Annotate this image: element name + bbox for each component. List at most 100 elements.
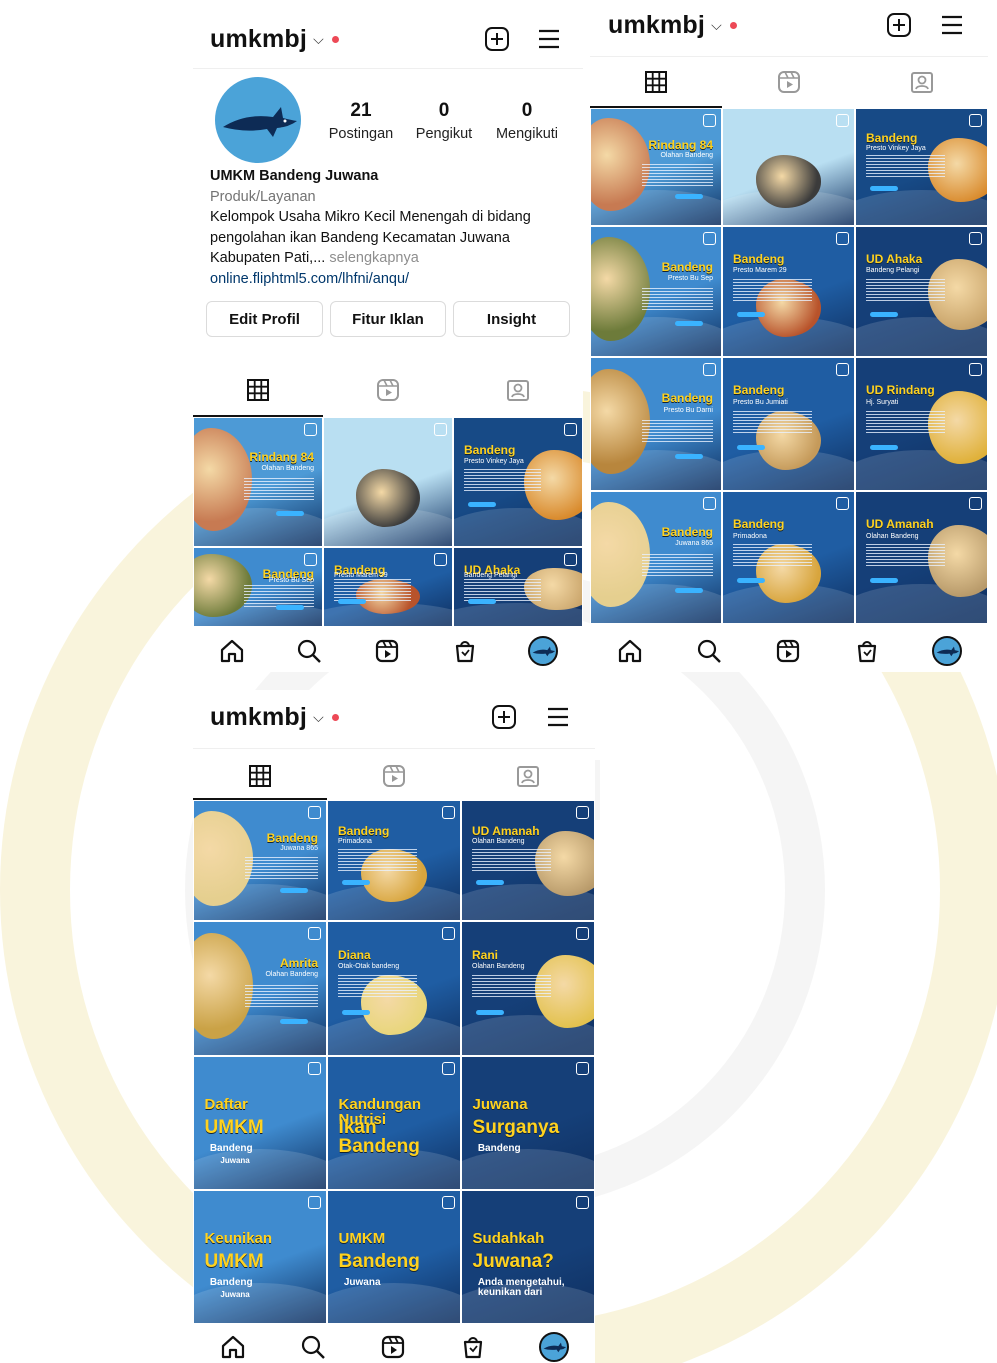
post-tile[interactable]: Keunikan UMKM Bandeng Juwana bbox=[193, 1190, 327, 1324]
profile-link[interactable]: online.fliphtml5.com/lhfni/anqu/ bbox=[210, 269, 575, 290]
profile-avatar[interactable] bbox=[539, 1331, 569, 1362]
post-tile[interactable]: UD Ahaka Bandeng Pelangi bbox=[855, 226, 988, 357]
post-title: Rani bbox=[472, 947, 499, 962]
reels-icon[interactable] bbox=[373, 637, 401, 665]
post-tile[interactable] bbox=[323, 417, 453, 547]
post-tile[interactable]: Kandungan Nutrisi Ikan Bandeng bbox=[327, 1056, 461, 1190]
multi-post-icon bbox=[576, 1062, 589, 1075]
username-switcher[interactable]: umkmbj bbox=[210, 25, 307, 54]
tagged-icon[interactable] bbox=[515, 763, 541, 789]
post-tile[interactable]: UD Ahaka Bandeng Pelangi bbox=[453, 547, 583, 627]
post-subtitle: Olahan Bandeng bbox=[261, 465, 314, 473]
username-switcher[interactable]: umkmbj bbox=[608, 11, 705, 40]
home-icon[interactable] bbox=[616, 637, 644, 665]
ads-tools-button[interactable]: Fitur Iklan bbox=[330, 301, 446, 337]
shop-icon[interactable] bbox=[459, 1333, 487, 1361]
search-icon[interactable] bbox=[299, 1333, 327, 1361]
plus-square-icon[interactable] bbox=[886, 12, 912, 38]
grid-icon[interactable] bbox=[247, 763, 273, 789]
read-more-pill bbox=[675, 321, 703, 327]
following-label: Mengikuti bbox=[495, 126, 559, 142]
reels-icon[interactable] bbox=[375, 377, 401, 403]
post-tile[interactable]: UMKM Bandeng Juwana bbox=[327, 1190, 461, 1324]
post-title: Amrita bbox=[279, 955, 318, 970]
read-more-pill bbox=[870, 185, 898, 191]
multi-post-icon bbox=[703, 497, 716, 510]
profile-avatar[interactable] bbox=[215, 77, 301, 163]
read-more-pill bbox=[675, 454, 703, 460]
post-tile[interactable]: Bandeng Presto Bu Jumiati bbox=[722, 357, 855, 491]
post-tile[interactable]: Bandeng Juwana 865 bbox=[193, 800, 327, 921]
post-tile[interactable]: Bandeng Presto Vinkey Jaya bbox=[453, 417, 583, 547]
post-subtitle: Juwana 865 bbox=[280, 845, 318, 853]
profile-avatar[interactable] bbox=[528, 636, 559, 666]
post-tile[interactable]: Rani Olahan Bandeng bbox=[461, 921, 595, 1056]
post-tile[interactable]: Daftar UMKM Bandeng Juwana bbox=[193, 1056, 327, 1190]
post-tile[interactable] bbox=[722, 108, 855, 226]
post-tile[interactable]: UD Rindang Hj. Suryati bbox=[855, 357, 988, 491]
post-tile[interactable]: Bandeng Presto Bu Sep bbox=[193, 547, 323, 627]
stat-followers[interactable]: 0 Pengikut bbox=[409, 100, 479, 142]
plus-square-icon[interactable] bbox=[484, 26, 510, 52]
post-tile[interactable]: Bandeng Primadona bbox=[722, 491, 855, 624]
chevron-down-icon[interactable]: ⌵ bbox=[711, 17, 722, 34]
insight-button[interactable]: Insight bbox=[453, 301, 570, 337]
post-tile[interactable]: Bandeng Juwana 865 bbox=[590, 491, 722, 624]
post-headline: UMKM bbox=[204, 1250, 264, 1272]
multi-post-icon bbox=[703, 363, 716, 376]
home-icon[interactable] bbox=[218, 637, 246, 665]
multi-post-icon bbox=[442, 927, 455, 940]
post-body-text bbox=[733, 278, 812, 303]
plus-square-icon[interactable] bbox=[491, 704, 517, 730]
edit-profile-button[interactable]: Edit Profil bbox=[206, 301, 323, 337]
reels-icon[interactable] bbox=[379, 1333, 407, 1361]
post-tile[interactable]: Diana Otak-Otak bandeng bbox=[327, 921, 461, 1056]
shop-icon[interactable] bbox=[853, 637, 881, 665]
home-icon[interactable] bbox=[219, 1333, 247, 1361]
username-switcher[interactable]: umkmbj bbox=[210, 703, 307, 732]
stat-posts[interactable]: 21 Postingan bbox=[323, 100, 399, 142]
chevron-down-icon[interactable]: ⌵ bbox=[313, 31, 324, 48]
reels-icon[interactable] bbox=[381, 763, 407, 789]
search-icon[interactable] bbox=[695, 637, 723, 665]
read-more-pill bbox=[476, 879, 504, 885]
multi-post-icon bbox=[442, 806, 455, 819]
profile-tabs bbox=[590, 68, 988, 96]
hamburger-menu-icon[interactable] bbox=[939, 12, 965, 38]
followers-count: 0 bbox=[438, 100, 450, 121]
post-tile[interactable]: Rindang 84 Olahan Bandeng bbox=[193, 417, 323, 547]
tagged-icon[interactable] bbox=[909, 69, 935, 95]
post-title: Bandeng bbox=[733, 383, 785, 398]
shop-icon[interactable] bbox=[451, 637, 479, 665]
post-tile[interactable]: Juwana Surganya Bandeng bbox=[461, 1056, 595, 1190]
post-tile[interactable]: Rindang 84 Olahan Bandeng bbox=[590, 108, 722, 226]
post-tile[interactable]: Amrita Olahan Bandeng bbox=[193, 921, 327, 1056]
post-tile[interactable]: Sudahkah Juwana? Anda mengetahui, keunikan… bbox=[461, 1190, 595, 1324]
reels-icon[interactable] bbox=[776, 69, 802, 95]
post-tile[interactable]: Bandeng Presto Bu Darni bbox=[590, 357, 722, 491]
post-body-text bbox=[641, 163, 713, 188]
post-tile[interactable]: Bandeng Presto Marem 29 bbox=[323, 547, 453, 627]
grid-icon[interactable] bbox=[245, 377, 271, 403]
multi-post-icon bbox=[836, 232, 849, 245]
post-title: Bandeng bbox=[661, 525, 713, 540]
post-tile[interactable]: Bandeng Primadona bbox=[327, 800, 461, 921]
search-icon[interactable] bbox=[295, 637, 323, 665]
profile-avatar[interactable] bbox=[932, 636, 963, 666]
chevron-down-icon[interactable]: ⌵ bbox=[313, 709, 324, 726]
post-tile[interactable]: Bandeng Presto Marem 29 bbox=[722, 226, 855, 357]
stat-following[interactable]: 0 Mengikuti bbox=[488, 100, 566, 142]
tagged-icon[interactable] bbox=[505, 377, 531, 403]
wave-decoration bbox=[194, 1283, 326, 1323]
post-tile[interactable]: Bandeng Presto Vinkey Jaya bbox=[855, 108, 988, 226]
bio-more-link[interactable]: selengkapnya bbox=[329, 250, 419, 266]
post-tile[interactable]: UD Amanah Olahan Bandeng bbox=[855, 491, 988, 624]
hamburger-menu-icon[interactable] bbox=[545, 704, 571, 730]
post-title: Rindang 84 bbox=[249, 450, 314, 465]
post-title: UD Amanah bbox=[472, 823, 540, 838]
reels-icon[interactable] bbox=[774, 637, 802, 665]
post-tile[interactable]: UD Amanah Olahan Bandeng bbox=[461, 800, 595, 921]
grid-icon[interactable] bbox=[643, 69, 669, 95]
post-tile[interactable]: Bandeng Presto Bu Sep bbox=[590, 226, 722, 357]
hamburger-menu-icon[interactable] bbox=[536, 26, 562, 52]
